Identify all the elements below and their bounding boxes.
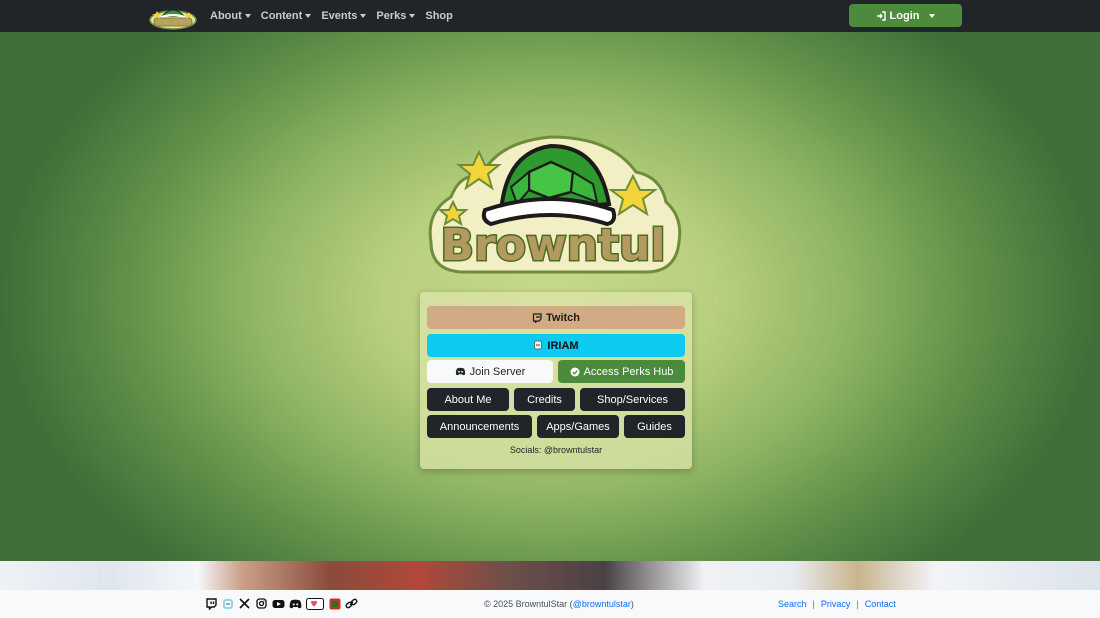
carrd-icon[interactable] (328, 597, 341, 610)
credits-label: Credits (527, 393, 562, 406)
nav-content[interactable]: Content (261, 10, 312, 22)
svg-text:Browntul: Browntul (441, 220, 666, 271)
chevron-down-icon (360, 14, 367, 18)
footer-social-icons (204, 597, 358, 610)
login-button[interactable]: Login (849, 4, 962, 27)
nav-perks[interactable]: Perks (376, 10, 416, 22)
apps-games-button[interactable]: Apps/Games (537, 415, 619, 438)
browntul-logo: Browntul (421, 132, 685, 277)
apps-games-label: Apps/Games (546, 420, 610, 433)
chevron-down-icon (305, 14, 312, 18)
footer-link-contact[interactable]: Contact (865, 599, 896, 609)
about-me-button[interactable]: About Me (427, 388, 509, 411)
copyright-label: © 2025 BrowntulStar ( (484, 599, 573, 609)
socials-text: Socials: @browntulstar (509, 445, 603, 455)
nav-about[interactable]: About (210, 10, 251, 22)
footer-separator: | (856, 599, 859, 609)
chevron-down-icon (929, 13, 936, 18)
iriam-icon[interactable] (221, 597, 234, 610)
footer-link-search[interactable]: Search (778, 599, 807, 609)
twitch-label: Twitch (545, 311, 580, 324)
nav-events[interactable]: Events (321, 10, 367, 22)
banner-strip (0, 561, 1100, 590)
discord-icon[interactable] (289, 597, 302, 610)
copyright-text: © 2025 BrowntulStar (@browntulstar) (484, 599, 634, 609)
footer-links: Search | Privacy | Contact (778, 599, 896, 609)
main-nav: About Content Events Perks Shop (210, 0, 453, 32)
shop-services-button[interactable]: Shop/Services (580, 388, 685, 411)
join-server-label: Join Server (469, 365, 526, 378)
iriam-button[interactable]: IRIAM (427, 334, 685, 357)
nav-shop-label: Shop (425, 10, 453, 22)
announcements-label: Announcements (439, 420, 520, 433)
nav-perks-label: Perks (376, 10, 407, 22)
chevron-down-icon (409, 14, 416, 18)
login-label: Login (889, 9, 920, 22)
x-icon[interactable] (238, 597, 251, 610)
footer: © 2025 BrowntulStar (@browntulstar) Sear… (0, 590, 1100, 618)
copyright-handle-link[interactable]: @browntulstar (573, 599, 631, 609)
iriam-label: IRIAM (547, 339, 579, 352)
nav-shop[interactable]: Shop (425, 10, 453, 22)
footer-separator: | (812, 599, 815, 609)
link-panel: Twitch IRIAM Join Server Access Perks Hu… (420, 292, 692, 469)
access-perks-hub-label: Access Perks Hub (583, 365, 674, 378)
shop-services-label: Shop/Services (597, 393, 668, 406)
iriam-icon (534, 340, 543, 350)
chevron-down-icon (244, 14, 251, 18)
about-me-label: About Me (444, 393, 492, 406)
guides-button[interactable]: Guides (624, 415, 685, 438)
login-icon (876, 10, 886, 21)
youtube-icon[interactable] (272, 597, 285, 610)
join-server-button[interactable]: Join Server (427, 360, 553, 383)
announcements-button[interactable]: Announcements (427, 415, 532, 438)
top-navbar: About Content Events Perks Shop Login (0, 0, 1100, 32)
brand-logo[interactable] (149, 3, 197, 30)
guides-label: Guides (637, 420, 672, 433)
twitch-button[interactable]: Twitch (427, 306, 685, 329)
discord-icon (455, 367, 465, 376)
twitch-icon (532, 312, 542, 323)
nav-about-label: About (210, 10, 242, 22)
footer-link-privacy[interactable]: Privacy (821, 599, 851, 609)
throne-icon[interactable] (306, 597, 324, 610)
copyright-end: ) (630, 599, 634, 609)
nav-events-label: Events (321, 10, 358, 22)
link-icon[interactable] (345, 597, 358, 610)
credits-button[interactable]: Credits (514, 388, 575, 411)
twitch-icon[interactable] (204, 597, 217, 610)
access-perks-hub-button[interactable]: Access Perks Hub (558, 360, 685, 383)
check-circle-icon (570, 367, 580, 376)
nav-content-label: Content (260, 10, 303, 22)
instagram-icon[interactable] (255, 597, 268, 610)
